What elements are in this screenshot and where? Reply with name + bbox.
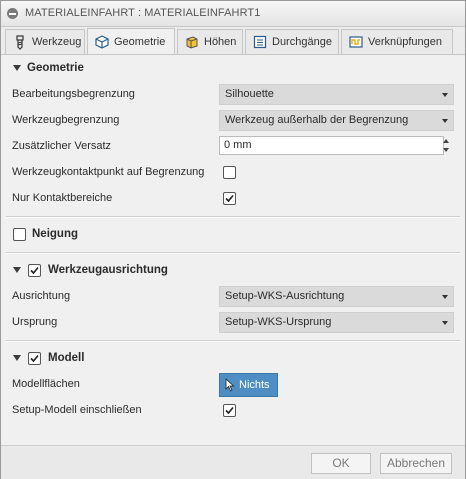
offset-spinner[interactable] [441, 136, 451, 155]
section-title: Geometrie [27, 62, 84, 74]
linking-icon [348, 34, 364, 50]
tab-werkzeug[interactable]: Werkzeug [5, 29, 85, 54]
field-label: Bearbeitungsbegrenzung [12, 88, 135, 100]
section-title: Modell [48, 352, 85, 364]
tool-orientation-checkbox[interactable] [28, 264, 41, 277]
row-nur-kontaktbereiche: Nur Kontaktbereiche [2, 185, 464, 211]
field-label: Nur Kontaktbereiche [12, 192, 113, 204]
row-werkzeugbegrenzung: Werkzeugbegrenzung Werkzeug außerhalb de… [2, 107, 464, 133]
field-label: Werkzeugkontaktpunkt auf Begrenzung [12, 166, 205, 178]
tab-label: Durchgänge [272, 36, 332, 48]
expand-arrow-icon[interactable] [13, 65, 21, 71]
tab-durchgaenge[interactable]: Durchgänge [245, 29, 339, 54]
heights-icon [184, 34, 200, 50]
selected-value: Werkzeug außerhalb der Begrenzung [225, 114, 409, 126]
dropdown-caret-icon [442, 295, 448, 299]
selected-value: Silhouette [225, 88, 274, 100]
tab-hoehen[interactable]: Höhen [177, 29, 243, 54]
field-label: Ausrichtung [12, 290, 71, 302]
expand-arrow-icon[interactable] [13, 355, 21, 361]
tilt-checkbox[interactable] [13, 228, 26, 241]
checkmark-icon [225, 406, 234, 415]
section-header-werkzeugausrichtung[interactable]: Werkzeugausrichtung [2, 257, 464, 283]
checkmark-icon [30, 266, 39, 275]
dropdown-caret-icon [442, 321, 448, 325]
geometry-tab-content: Geometrie Bearbeitungsbegrenzung Silhoue… [2, 55, 464, 443]
field-label: Werkzeugbegrenzung [12, 114, 120, 126]
additional-offset-input[interactable]: 0 mm [219, 136, 444, 155]
tool-icon [12, 34, 28, 50]
model-checkbox[interactable] [28, 352, 41, 365]
dropdown-caret-icon [442, 93, 448, 97]
cancel-button[interactable]: Abbrechen [380, 453, 452, 474]
geometry-cube-icon [94, 34, 110, 50]
field-label: Ursprung [12, 316, 58, 328]
title-bar[interactable]: MATERIALEINFAHRT : MATERIALEINFAHRT1 [1, 1, 465, 27]
selected-value: Setup-WKS-Ausrichtung [225, 290, 345, 302]
dropdown-caret-icon [442, 119, 448, 123]
section-header-neigung[interactable]: Neigung [2, 221, 464, 247]
contact-point-checkbox[interactable] [223, 166, 236, 179]
field-label: Modellflächen [12, 378, 80, 390]
selected-value: Setup-WKS-Ursprung [225, 316, 332, 328]
passes-icon [252, 34, 268, 50]
tab-label: Verknüpfungen [368, 36, 443, 48]
field-label: Zusätzlicher Versatz [12, 140, 112, 152]
expand-arrow-icon[interactable] [13, 267, 21, 273]
checkmark-icon [225, 194, 234, 203]
section-header-modell[interactable]: Modell [2, 345, 464, 371]
contact-only-checkbox[interactable] [223, 192, 236, 205]
row-werkzeugkontaktpunkt: Werkzeugkontaktpunkt auf Begrenzung [2, 159, 464, 185]
spin-up-icon[interactable] [443, 139, 449, 143]
origin-select[interactable]: Setup-WKS-Ursprung [219, 312, 454, 333]
model-surfaces-selection-button[interactable]: Nichts [219, 373, 278, 397]
row-ausrichtung: Ausrichtung Setup-WKS-Ausrichtung [2, 283, 464, 309]
section-title: Neigung [32, 228, 78, 240]
tab-label: Höhen [204, 36, 237, 48]
field-label: Setup-Modell einschließen [12, 404, 142, 416]
orientation-select[interactable]: Setup-WKS-Ausrichtung [219, 286, 454, 307]
tool-containment-select[interactable]: Werkzeug außerhalb der Begrenzung [219, 110, 454, 131]
tab-label: Geometrie [114, 35, 166, 48]
section-title: Werkzeugausrichtung [48, 264, 168, 276]
dialog-title: MATERIALEINFAHRT : MATERIALEINFAHRT1 [25, 7, 261, 19]
tab-label: Werkzeug [32, 36, 82, 48]
ok-button[interactable]: OK [311, 453, 371, 474]
row-ursprung: Ursprung Setup-WKS-Ursprung [2, 309, 464, 335]
section-divider [6, 252, 460, 254]
operation-dialog: MATERIALEINFAHRT : MATERIALEINFAHRT1 Wer… [0, 0, 466, 479]
dialog-footer: OK Abbrechen [1, 445, 465, 479]
selection-button-label: Nichts [239, 379, 270, 391]
include-setup-model-checkbox[interactable] [223, 404, 236, 417]
spin-down-icon[interactable] [443, 148, 449, 152]
machining-boundary-select[interactable]: Silhouette [219, 84, 454, 105]
collapse-dialog-icon[interactable] [7, 8, 18, 19]
row-zusaetzlicher-versatz: Zusätzlicher Versatz 0 mm [2, 133, 464, 159]
checkmark-icon [30, 354, 39, 363]
row-setup-modell: Setup-Modell einschließen [2, 397, 464, 423]
row-bearbeitungsbegrenzung: Bearbeitungsbegrenzung Silhouette [2, 81, 464, 107]
section-header-geometrie[interactable]: Geometrie [2, 55, 464, 81]
row-modellflaechen: Modellflächen Nichts [2, 371, 464, 397]
section-divider [6, 340, 460, 342]
tab-bar: Werkzeug Geometrie Höhen Durchgänge Verk… [1, 27, 465, 55]
tab-geometrie[interactable]: Geometrie [87, 28, 175, 54]
tab-verknuepfungen[interactable]: Verknüpfungen [341, 29, 453, 54]
section-divider [6, 216, 460, 218]
pointer-cursor-icon [225, 378, 235, 395]
